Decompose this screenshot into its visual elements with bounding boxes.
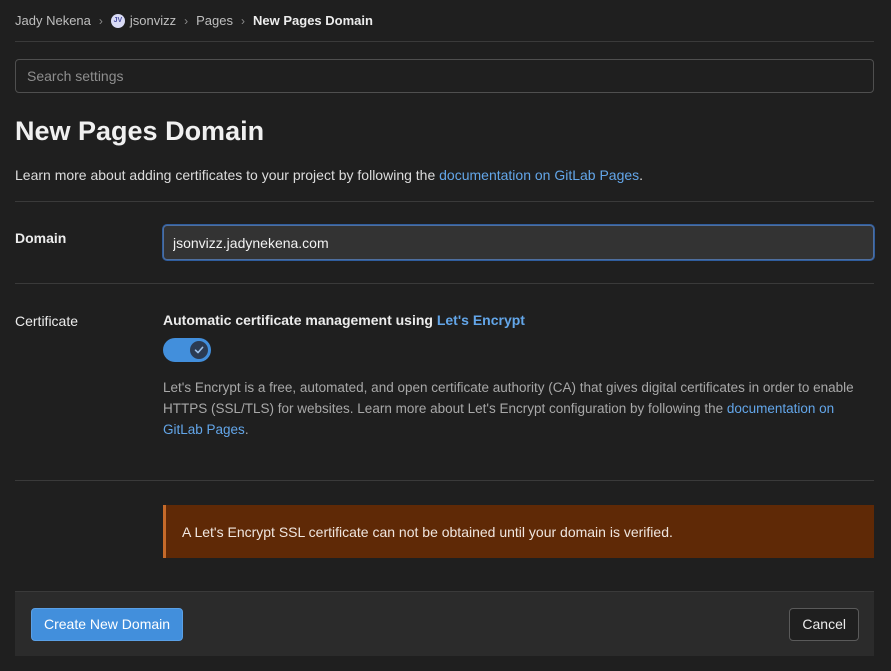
page: Jady Nekena › JV jsonvizz › Pages › New … (0, 0, 891, 671)
intro-text-body: Learn more about adding certificates to … (15, 167, 440, 183)
breadcrumb-label[interactable]: Jady Nekena (15, 13, 91, 28)
intro-text: Learn more about adding certificates to … (15, 165, 874, 202)
lets-encrypt-link[interactable]: Let's Encrypt (437, 312, 525, 328)
breadcrumb-item-project[interactable]: JV jsonvizz (110, 13, 176, 28)
breadcrumb-label[interactable]: Pages (196, 13, 233, 28)
breadcrumb-item-pages[interactable]: Pages (196, 13, 233, 28)
breadcrumb-label[interactable]: jsonvizz (130, 13, 176, 28)
auto-certificate-toggle[interactable] (163, 338, 211, 362)
certificate-title: Automatic certificate management using L… (163, 312, 874, 328)
form-actions: Create New Domain Cancel (15, 591, 874, 656)
breadcrumb-label[interactable]: New Pages Domain (253, 13, 373, 28)
domain-input[interactable] (163, 225, 874, 260)
domain-label: Domain (15, 230, 67, 246)
chevron-right-icon: › (241, 13, 246, 28)
domain-row: Domain (15, 202, 874, 284)
search-settings-input[interactable] (15, 59, 874, 93)
documentation-link[interactable]: documentation on GitLab Pages (439, 167, 639, 183)
certificate-row: Certificate Automatic certificate manage… (15, 284, 874, 481)
certificate-title-text: Automatic certificate management using (163, 312, 437, 328)
intro-text-end: . (639, 167, 644, 183)
cancel-button[interactable]: Cancel (789, 607, 859, 641)
chevron-right-icon: › (98, 13, 103, 28)
create-new-domain-button[interactable]: Create New Domain (31, 607, 184, 641)
breadcrumb: Jady Nekena › JV jsonvizz › Pages › New … (15, 0, 874, 42)
chevron-right-icon: › (184, 13, 189, 28)
page-title: New Pages Domain (15, 116, 265, 146)
breadcrumb-item-current[interactable]: New Pages Domain (253, 13, 373, 28)
certificate-help-end: . (244, 422, 249, 437)
certificate-label: Certificate (15, 313, 79, 329)
certificate-help-text: Let's Encrypt is a free, automated, and … (163, 377, 874, 440)
check-icon (190, 341, 208, 359)
alert-wrapper: A Let's Encrypt SSL certificate can not … (15, 481, 874, 558)
warning-alert-text: A Let's Encrypt SSL certificate can not … (182, 523, 673, 540)
avatar: JV (110, 13, 125, 28)
warning-alert: A Let's Encrypt SSL certificate can not … (163, 505, 874, 558)
breadcrumb-item-user[interactable]: Jady Nekena (15, 13, 91, 28)
